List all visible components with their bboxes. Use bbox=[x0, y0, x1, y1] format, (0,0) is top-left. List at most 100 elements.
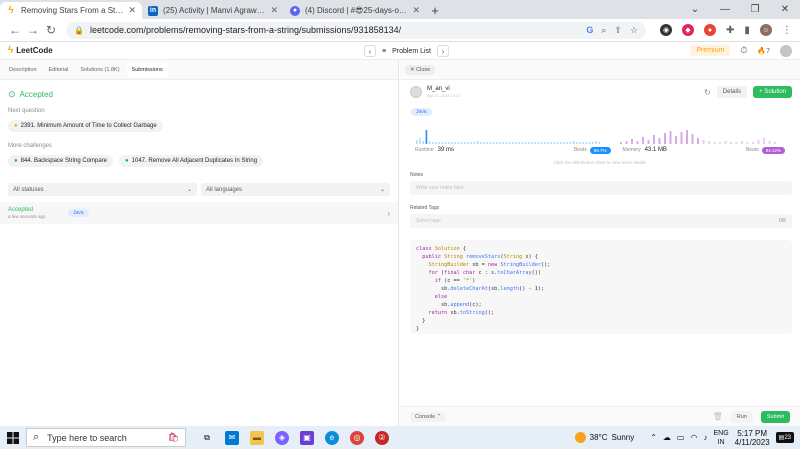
google-icon[interactable]: G bbox=[586, 25, 593, 36]
run-button[interactable]: Run bbox=[730, 410, 753, 423]
reload-icon[interactable]: ↻ bbox=[42, 23, 60, 37]
close-label: Close bbox=[416, 66, 431, 73]
user-avatar[interactable] bbox=[780, 44, 792, 57]
related-tags-label: Related Tags bbox=[410, 205, 440, 211]
battery-icon[interactable]: ▭ bbox=[677, 433, 685, 442]
onedrive-icon[interactable]: ☁ bbox=[663, 433, 671, 442]
url-input[interactable]: 🔒 leetcode.com/problems/removing-stars-f… bbox=[66, 21, 646, 39]
puzzle-icon[interactable]: ✚ bbox=[726, 25, 734, 36]
console-button[interactable]: Console ⌃ bbox=[410, 411, 447, 422]
chevron-right-icon: › bbox=[387, 208, 390, 218]
back-icon[interactable]: ← bbox=[6, 23, 24, 37]
leetcode-logo[interactable]: ϟ LeetCode bbox=[8, 45, 53, 56]
app-icon[interactable]: ② bbox=[375, 430, 389, 445]
browser-tab-linkedin[interactable]: in (25) Activity | Manvi Agrawal | Lin ✕ bbox=[142, 2, 284, 19]
input-language[interactable]: ENG IN bbox=[713, 429, 728, 447]
file-explorer-icon[interactable]: ▬ bbox=[250, 430, 264, 445]
trash-icon[interactable]: 🗑 bbox=[713, 412, 723, 421]
code-block[interactable]: class Solution { public String removeSta… bbox=[410, 240, 792, 334]
status-filter-select[interactable]: All statuses ⌄ bbox=[8, 183, 197, 196]
notifications-icon[interactable]: ▤23 bbox=[775, 432, 794, 443]
minimize-icon[interactable]: — bbox=[710, 0, 740, 19]
post-solution-button[interactable]: + Solution bbox=[753, 86, 792, 98]
wifi-icon[interactable]: ◠ bbox=[690, 433, 697, 442]
challenge-chip[interactable]: ● 844. Backspace String Compare bbox=[8, 155, 114, 167]
browser-tab-discord[interactable]: ● (4) Discord | #😎25-days-of-cod ✕ bbox=[284, 2, 426, 19]
close-icon[interactable]: ✕ bbox=[412, 5, 420, 16]
chrome-icon[interactable]: ◎ bbox=[350, 430, 364, 445]
next-question-chip[interactable]: ● 2391. Minimum Amount of Time to Collec… bbox=[8, 120, 163, 132]
close-icon[interactable]: ✕ bbox=[270, 5, 278, 16]
problem-list-link[interactable]: Problem List bbox=[392, 48, 431, 55]
close-window-icon[interactable]: ✕ bbox=[770, 0, 800, 19]
author-avatar[interactable] bbox=[410, 86, 422, 98]
extension-icon[interactable]: ◆ bbox=[682, 24, 694, 36]
tab-submissions[interactable]: Submissions bbox=[126, 62, 168, 77]
author-name[interactable]: M_an_vi bbox=[427, 86, 461, 92]
bookmark-star-icon[interactable]: ☆ bbox=[630, 25, 638, 36]
lock-icon[interactable]: 🔒 bbox=[74, 26, 84, 35]
start-button[interactable] bbox=[0, 431, 26, 444]
tab-title: (25) Activity | Manvi Agrawal | Lin bbox=[163, 6, 266, 15]
volume-icon[interactable]: ♪ bbox=[703, 433, 707, 442]
submit-button[interactable]: Submit bbox=[760, 410, 790, 423]
language-filter-select[interactable]: All languages ⌄ bbox=[201, 183, 390, 196]
code-line: return sb.toString(); bbox=[428, 310, 495, 316]
restore-icon[interactable]: ❐ bbox=[740, 0, 770, 19]
leetcode-icon: ϟ bbox=[6, 5, 16, 16]
submission-filters: All statuses ⌄ All languages ⌄ bbox=[8, 183, 390, 196]
streak-badge[interactable]: 🔥7 bbox=[757, 47, 770, 55]
premium-button[interactable]: Premium bbox=[690, 45, 731, 56]
runtime-bar bbox=[572, 141, 575, 144]
side-panel-icon[interactable]: ▮ bbox=[744, 25, 750, 36]
edge-icon[interactable]: e bbox=[325, 430, 339, 445]
mail-icon[interactable]: ✉ bbox=[225, 430, 239, 445]
timer-icon[interactable]: ⏱ bbox=[740, 45, 747, 56]
runtime-bar bbox=[496, 142, 498, 144]
task-view-icon[interactable]: ⧉ bbox=[200, 431, 214, 445]
chip-label: 2391. Minimum Amount of Time to Collect … bbox=[20, 123, 157, 129]
close-button[interactable]: ✕ Close bbox=[405, 64, 436, 75]
taskbar-search-input[interactable]: ⌕ Type here to search 🛍 bbox=[26, 428, 186, 447]
clock[interactable]: 5:17 PM 4/11/2023 bbox=[735, 429, 770, 447]
menu-icon[interactable]: ⋮ bbox=[782, 25, 792, 36]
app-icon[interactable]: ◈ bbox=[275, 430, 289, 445]
new-tab-button[interactable]: + bbox=[426, 2, 444, 19]
profile-avatar[interactable]: ☺ bbox=[759, 24, 772, 36]
extension-icon[interactable]: ● bbox=[704, 24, 716, 36]
app-icon[interactable]: ▣ bbox=[300, 430, 314, 445]
next-problem-icon[interactable]: › bbox=[437, 45, 449, 57]
notes-placeholder: Write your notes here bbox=[416, 185, 464, 191]
browser-tab-leetcode[interactable]: ϟ Removing Stars From a String - Le ✕ bbox=[0, 2, 142, 19]
submission-row[interactable]: Accepted a few seconds ago Java › bbox=[0, 202, 398, 224]
notes-input[interactable]: Write your notes here bbox=[410, 181, 792, 195]
extension-icon[interactable]: ◉ bbox=[660, 24, 672, 36]
runtime-bar bbox=[499, 142, 501, 144]
chevron-up-icon[interactable]: ⌃ bbox=[650, 433, 657, 442]
close-icon[interactable]: ✕ bbox=[128, 5, 136, 16]
details-button[interactable]: Details bbox=[716, 86, 748, 98]
runtime-beats-pill: 89.7% bbox=[589, 146, 611, 154]
tab-solutions[interactable]: Solutions (1.8K) bbox=[75, 63, 124, 77]
weather-widget[interactable]: 38°C Sunny bbox=[574, 432, 634, 443]
status-text: Accepted bbox=[19, 90, 53, 99]
tags-select[interactable]: Select tags 0/5 bbox=[410, 214, 792, 228]
submission-status: Accepted a few seconds ago bbox=[8, 207, 68, 219]
forward-icon[interactable]: → bbox=[24, 23, 42, 37]
runtime-bar bbox=[563, 142, 565, 144]
language-tag: Java bbox=[411, 106, 432, 116]
zoom-icon[interactable]: ⌕ bbox=[601, 25, 606, 36]
runtime-bar bbox=[451, 142, 453, 144]
prev-problem-icon[interactable]: ‹ bbox=[364, 45, 376, 57]
memory-bar bbox=[691, 134, 694, 144]
refresh-icon[interactable]: ↻ bbox=[704, 88, 711, 97]
tab-editorial[interactable]: Editorial bbox=[44, 63, 74, 77]
tab-search-icon[interactable]: ⌄ bbox=[680, 0, 710, 19]
chevron-down-icon: ⌄ bbox=[379, 187, 385, 193]
share-icon[interactable]: ⇪ bbox=[614, 25, 622, 36]
runtime-value: 39 ms bbox=[437, 147, 454, 153]
filter-value: All statuses bbox=[13, 186, 44, 193]
challenge-chip[interactable]: ● 1047. Remove All Adjacent Duplicates I… bbox=[119, 155, 264, 167]
runtime-bar bbox=[428, 141, 431, 144]
tab-description[interactable]: Description bbox=[4, 63, 42, 77]
